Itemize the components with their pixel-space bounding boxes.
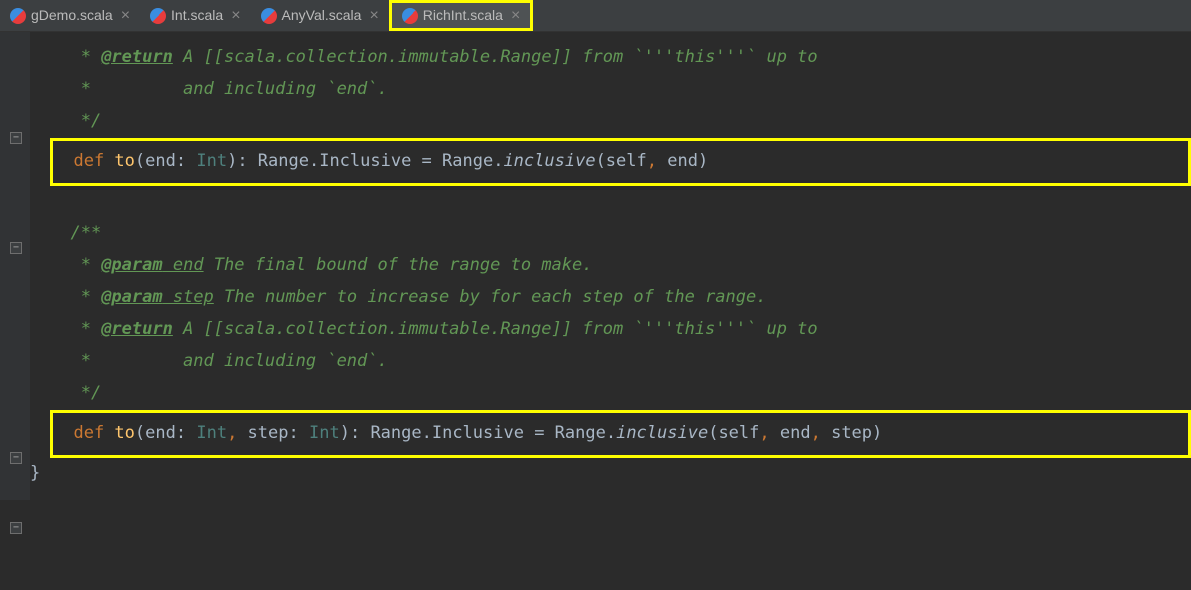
comment-text: The number to increase by for each step … xyxy=(214,284,767,311)
param-tag: @param xyxy=(101,284,162,311)
code-editor[interactable]: − − − − * @return A [[scala.collection.i… xyxy=(0,32,1191,500)
code-line: * and including `end`. xyxy=(50,74,1191,106)
comment-text: * xyxy=(50,252,101,279)
comment-text: * and including `end`. xyxy=(50,348,388,375)
param-name: end xyxy=(163,252,204,279)
fold-marker[interactable]: − xyxy=(10,132,22,144)
scala-file-icon xyxy=(402,8,418,24)
return-type: Range.Inclusive = Range. xyxy=(258,148,504,175)
code-line: * @param end The final bound of the rang… xyxy=(50,250,1191,282)
paren: ) xyxy=(340,420,350,447)
code-line: * and including `end`. xyxy=(50,346,1191,378)
param-name: step xyxy=(163,284,214,311)
comma: , xyxy=(227,420,237,447)
close-icon[interactable]: × xyxy=(511,3,520,29)
code-line: */ xyxy=(50,378,1191,410)
comma: , xyxy=(647,148,657,175)
keyword-def: def xyxy=(53,420,114,447)
code-line: /** xyxy=(50,218,1191,250)
tab-label: Int.scala xyxy=(171,4,223,26)
tab-gdemo[interactable]: gDemo.scala × xyxy=(0,0,140,31)
arg: (self xyxy=(596,148,647,175)
tab-bar: gDemo.scala × Int.scala × AnyVal.scala ×… xyxy=(0,0,1191,32)
comment-text: * xyxy=(50,44,101,71)
method-name: to xyxy=(114,148,134,175)
close-icon[interactable]: × xyxy=(369,3,378,29)
keyword-def: def xyxy=(53,148,114,175)
comment-text: A [[scala.collection.immutable.Range]] f… xyxy=(173,316,818,343)
comma: , xyxy=(759,420,769,447)
tab-label: RichInt.scala xyxy=(423,4,503,26)
close-icon[interactable]: × xyxy=(231,3,240,29)
comment-text: * xyxy=(50,284,101,311)
tab-richint[interactable]: RichInt.scala × xyxy=(389,0,534,31)
fold-marker[interactable]: − xyxy=(10,452,22,464)
method-name: to xyxy=(114,420,134,447)
return-tag: @return xyxy=(101,316,173,343)
gutter xyxy=(0,32,30,500)
code-line: * @param step The number to increase by … xyxy=(50,282,1191,314)
method-call: inclusive xyxy=(503,148,595,175)
comment-text: A [[scala.collection.immutable.Range]] f… xyxy=(183,44,818,71)
fold-marker[interactable]: − xyxy=(10,522,22,534)
code-line: * @return A [[scala.collection.immutable… xyxy=(50,42,1191,74)
param-tag: @param xyxy=(101,252,162,279)
comment-text: * xyxy=(50,316,101,343)
close-icon[interactable]: × xyxy=(121,3,130,29)
code-line: } xyxy=(30,458,1191,490)
code-line-blank xyxy=(50,186,1191,218)
colon: : xyxy=(237,148,257,175)
scala-file-icon xyxy=(10,8,26,24)
type-int: Int xyxy=(309,420,340,447)
type-int: Int xyxy=(196,148,227,175)
colon: : xyxy=(176,420,196,447)
paren: (end xyxy=(135,420,176,447)
arg: (self xyxy=(708,420,759,447)
code-line-highlighted: def to(end: Int, step: Int): Range.Inclu… xyxy=(50,410,1191,458)
closing-brace: } xyxy=(30,460,40,487)
tab-int[interactable]: Int.scala × xyxy=(140,0,250,31)
scala-file-icon xyxy=(150,8,166,24)
tab-label: gDemo.scala xyxy=(31,4,113,26)
arg: end) xyxy=(657,148,708,175)
method-call: inclusive xyxy=(616,420,708,447)
colon: : xyxy=(289,420,309,447)
arg: step) xyxy=(821,420,882,447)
fold-marker[interactable]: − xyxy=(10,242,22,254)
paren: (end xyxy=(135,148,176,175)
code-line: * @return A [[scala.collection.immutable… xyxy=(50,314,1191,346)
return-type: Range.Inclusive = Range. xyxy=(370,420,616,447)
colon: : xyxy=(350,420,370,447)
comment-text: */ xyxy=(50,380,101,407)
param: step xyxy=(237,420,288,447)
comment-text: /** xyxy=(50,220,101,247)
return-tag: @return xyxy=(101,44,173,71)
comment-text: * and including `end`. xyxy=(50,76,388,103)
tab-label: AnyVal.scala xyxy=(282,4,362,26)
comment-text: The final bound of the range to make. xyxy=(204,252,593,279)
comma: , xyxy=(811,420,821,447)
scala-file-icon xyxy=(261,8,277,24)
type-int: Int xyxy=(196,420,227,447)
comment-text: */ xyxy=(50,108,101,135)
comment-text xyxy=(173,44,183,71)
paren: ) xyxy=(227,148,237,175)
code-line: */ xyxy=(50,106,1191,138)
tab-anyval[interactable]: AnyVal.scala × xyxy=(251,0,389,31)
arg: end xyxy=(770,420,811,447)
colon: : xyxy=(176,148,196,175)
code-line-highlighted: def to(end: Int): Range.Inclusive = Rang… xyxy=(50,138,1191,186)
